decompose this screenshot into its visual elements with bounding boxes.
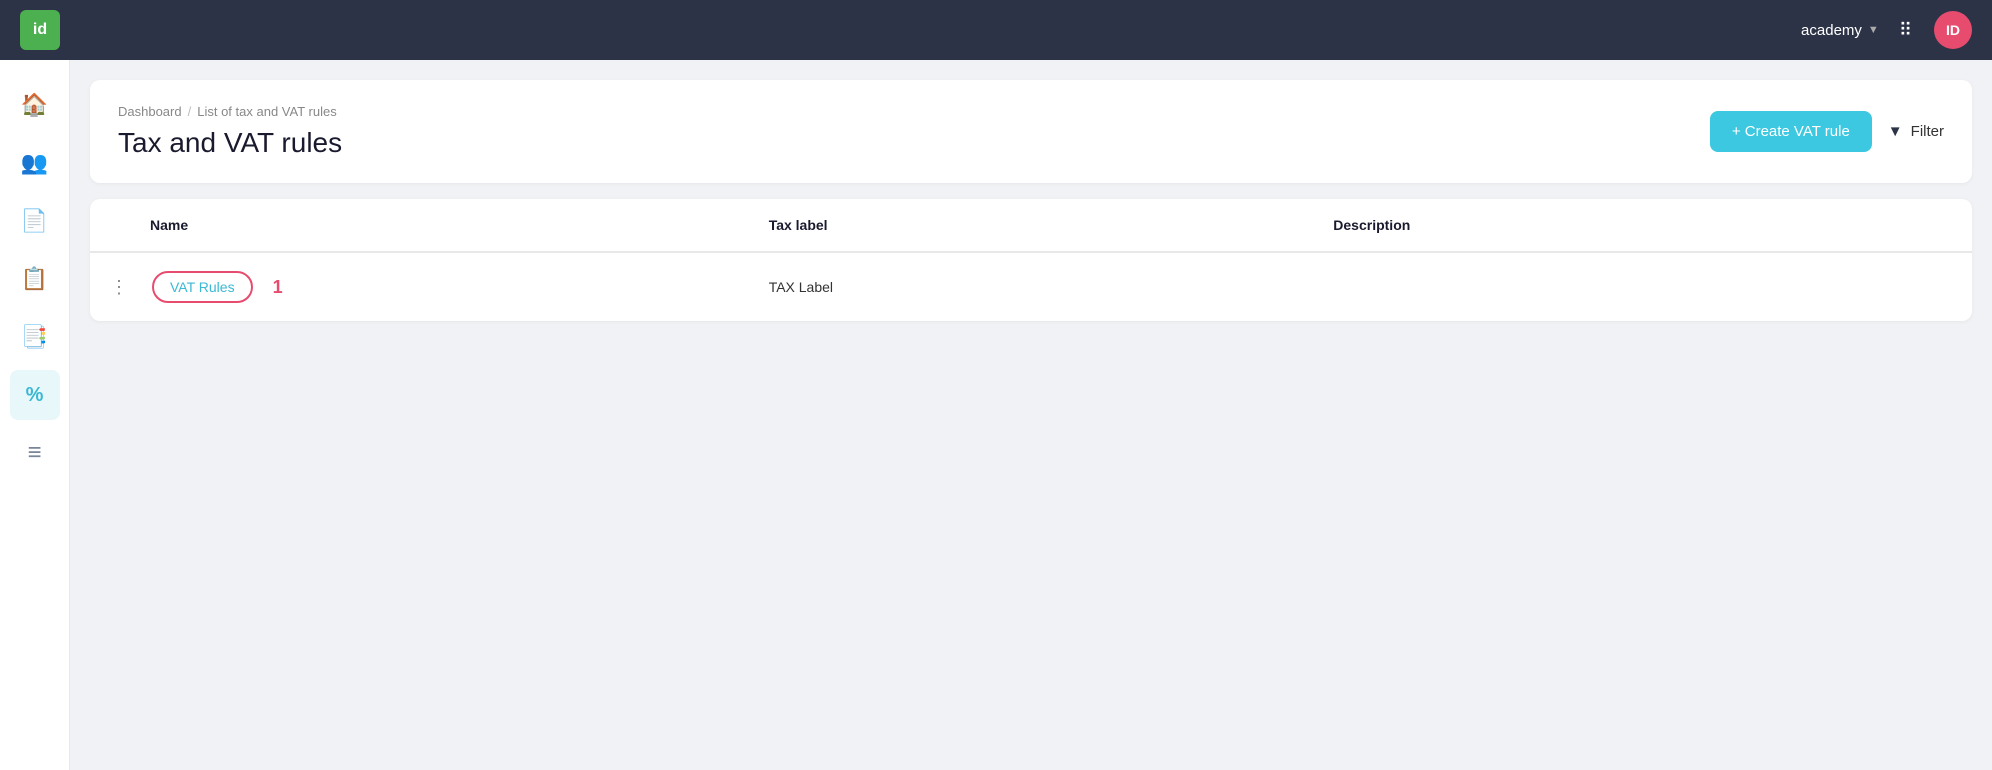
users-icon: 👥 [21, 150, 48, 176]
tax-label-cell: TAX Label [749, 252, 1314, 321]
page-header-card: Dashboard / List of tax and VAT rules Ta… [90, 80, 1972, 183]
filter-icon: ▼ [1888, 123, 1903, 140]
sidebar-item-reports[interactable]: ≡ [10, 428, 60, 478]
home-icon: 🏠 [21, 92, 48, 118]
navbar-right: academy ▼ ⠿ ID [1801, 11, 1972, 49]
navbar-left: id [20, 10, 60, 50]
row-menu-icon[interactable]: ⋮ [110, 277, 136, 298]
table-card: Name Tax label Description ⋮ VAT Rules 1 [90, 199, 1972, 321]
col-header-description: Description [1313, 199, 1972, 252]
top-navbar: id academy ▼ ⠿ ID [0, 0, 1992, 60]
breadcrumb-current: List of tax and VAT rules [197, 104, 336, 119]
description-cell [1313, 252, 1972, 321]
vat-rules-link[interactable]: VAT Rules [152, 271, 253, 303]
sidebar-item-list[interactable]: 📋 [10, 254, 60, 304]
row-number: 1 [273, 277, 283, 298]
tax-icon: % [26, 384, 44, 407]
document-icon: 📄 [21, 208, 48, 234]
chevron-down-icon: ▼ [1868, 24, 1879, 36]
sidebar-item-invoice[interactable]: 📑 [10, 312, 60, 362]
col-header-name: Name [90, 199, 749, 252]
breadcrumb-home[interactable]: Dashboard [118, 104, 182, 119]
reports-icon: ≡ [27, 439, 41, 467]
avatar[interactable]: ID [1934, 11, 1972, 49]
grid-icon[interactable]: ⠿ [1899, 20, 1914, 41]
table-header-row: Name Tax label Description [90, 199, 1972, 252]
filter-button[interactable]: ▼ Filter [1888, 123, 1944, 140]
header-actions: + Create VAT rule ▼ Filter [1710, 111, 1944, 152]
list-icon: 📋 [21, 266, 48, 292]
logo[interactable]: id [20, 10, 60, 50]
sidebar-item-tax[interactable]: % [10, 370, 60, 420]
vat-rules-table: Name Tax label Description ⋮ VAT Rules 1 [90, 199, 1972, 321]
breadcrumb-separator: / [188, 104, 192, 119]
sidebar-item-home[interactable]: 🏠 [10, 80, 60, 130]
sidebar-item-document[interactable]: 📄 [10, 196, 60, 246]
academy-button[interactable]: academy ▼ [1801, 22, 1879, 39]
name-cell: ⋮ VAT Rules 1 [90, 252, 749, 321]
page-header-left: Dashboard / List of tax and VAT rules Ta… [118, 104, 342, 159]
sidebar: 🏠 👥 📄 📋 📑 % ≡ [0, 60, 70, 770]
breadcrumb: Dashboard / List of tax and VAT rules [118, 104, 342, 119]
create-vat-rule-button[interactable]: + Create VAT rule [1710, 111, 1872, 152]
main-layout: 🏠 👥 📄 📋 📑 % ≡ Dashboard / L [0, 60, 1992, 770]
sidebar-item-users[interactable]: 👥 [10, 138, 60, 188]
invoice-icon: 📑 [21, 324, 48, 350]
table-row: ⋮ VAT Rules 1 TAX Label [90, 252, 1972, 321]
col-header-tax-label: Tax label [749, 199, 1314, 252]
page-title: Tax and VAT rules [118, 127, 342, 159]
content-area: Dashboard / List of tax and VAT rules Ta… [70, 60, 1992, 770]
